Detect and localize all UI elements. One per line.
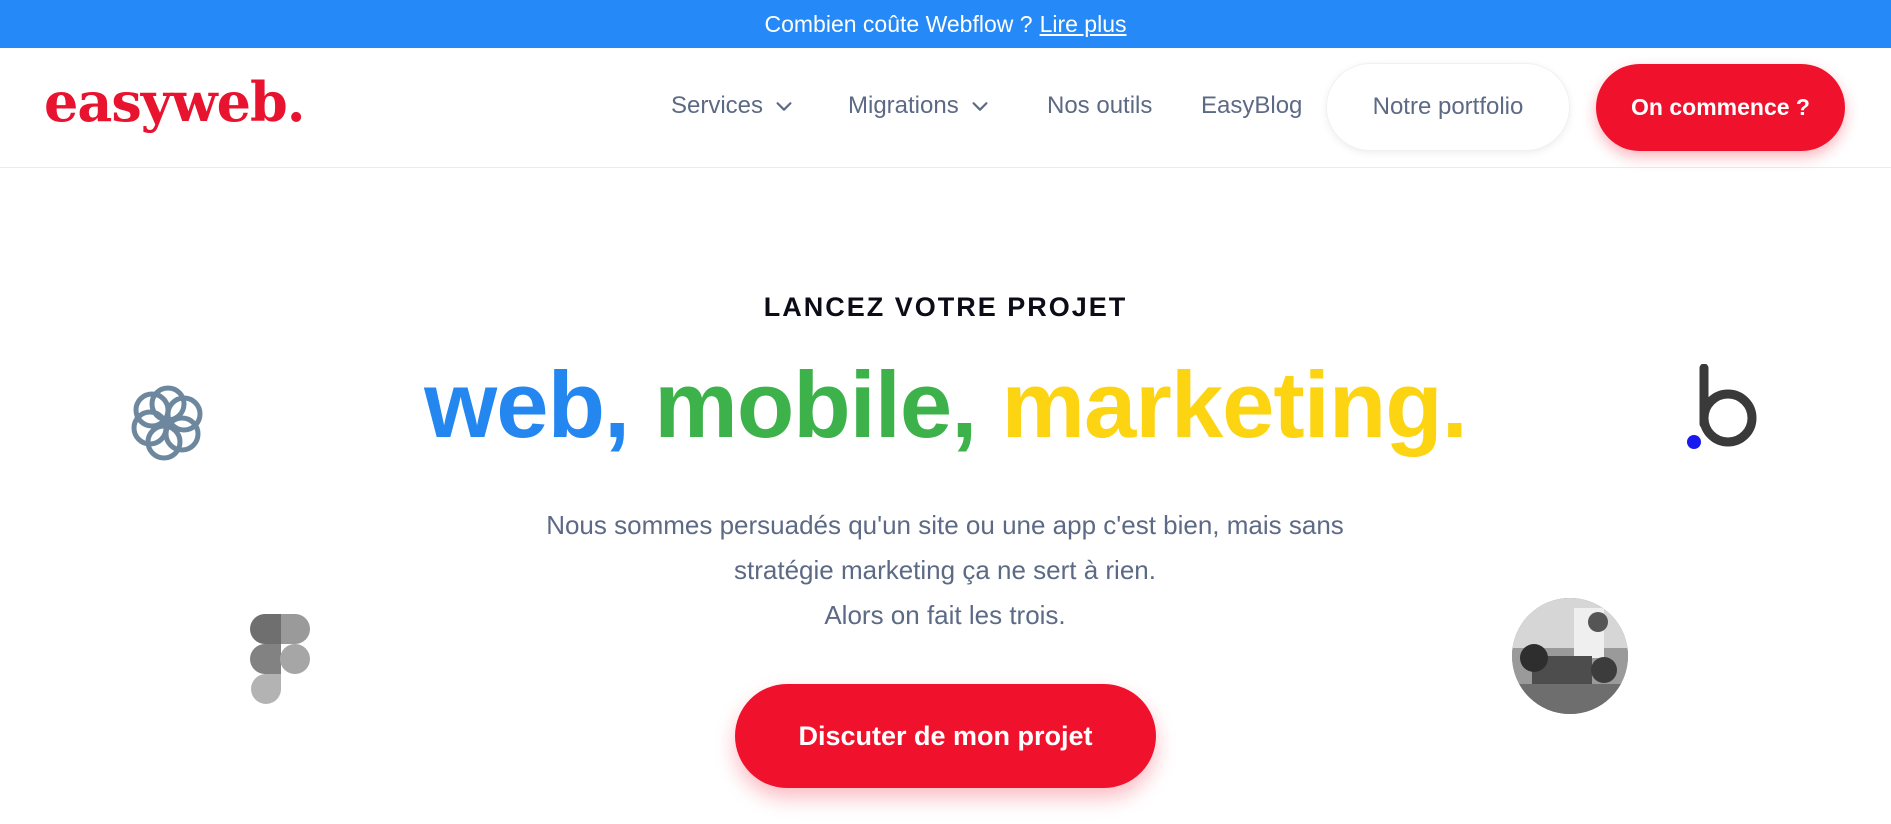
- headline-word-web: web: [424, 352, 605, 457]
- portfolio-button[interactable]: Notre portfolio: [1326, 63, 1570, 151]
- subtext-line: Nous sommes persuadés qu'un site ou une …: [546, 510, 1344, 540]
- team-photo-image: [1512, 598, 1628, 714]
- bubble-logo-icon: [1687, 364, 1757, 449]
- banner-text: Combien coûte Webflow ?: [764, 10, 1033, 37]
- nav-services-label: Services: [671, 92, 764, 119]
- banner-read-more-link[interactable]: Lire plus: [1040, 11, 1127, 38]
- subtext-line: stratégie marketing ça ne sert à rien.: [734, 555, 1156, 585]
- headline-word-mobile: mobile: [654, 352, 952, 457]
- discuss-project-button[interactable]: Discuter de mon projet: [735, 684, 1156, 788]
- nav-blog-label: EasyBlog: [1201, 92, 1303, 119]
- nav-blog-link[interactable]: EasyBlog: [1201, 92, 1302, 120]
- headline-word-marketing: marketing: [1001, 352, 1442, 457]
- team-photo: [1512, 598, 1628, 714]
- headline-comma: ,: [604, 352, 630, 457]
- nav-tools-label: Nos outils: [1047, 92, 1153, 119]
- nav-tools-link[interactable]: Nos outils: [1047, 92, 1152, 120]
- start-project-button[interactable]: On commence ?: [1596, 64, 1845, 151]
- hero-headline: web, mobile, marketing.: [0, 350, 1891, 460]
- nav-migrations-label: Migrations: [848, 92, 959, 119]
- main-navbar: easyweb. Services Migrations Nos outils …: [0, 48, 1891, 168]
- headline-period: .: [1441, 352, 1468, 457]
- easyweb-logo[interactable]: easyweb.: [44, 70, 306, 134]
- sendinblue-logo-icon: [131, 385, 203, 461]
- announcement-banner: Combien coûte Webflow ? Lire plus: [0, 0, 1891, 48]
- chevron-down-icon: [972, 102, 988, 111]
- nav-migrations-dropdown[interactable]: Migrations: [848, 92, 991, 120]
- nav-services-dropdown[interactable]: Services: [671, 92, 795, 120]
- subtext-line: Alors on fait les trois.: [824, 600, 1066, 630]
- hero-subtext: Nous sommes persuadés qu'un site ou une …: [445, 503, 1445, 638]
- figma-logo-icon: [250, 614, 310, 704]
- chevron-down-icon: [776, 102, 792, 111]
- hero-eyebrow: LANCEZ VOTRE PROJET: [763, 292, 1128, 322]
- headline-comma: ,: [951, 352, 977, 457]
